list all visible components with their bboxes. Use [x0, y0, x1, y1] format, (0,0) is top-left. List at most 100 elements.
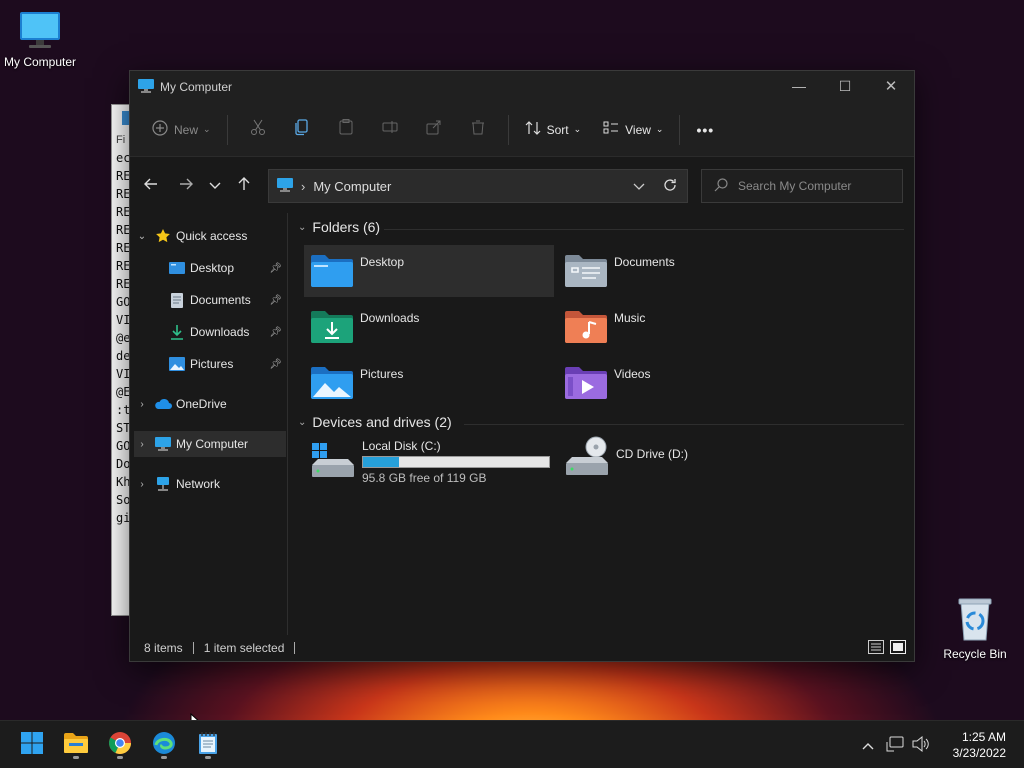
back-button[interactable] — [137, 171, 165, 199]
chevron-down-icon: ⌄ — [298, 416, 307, 428]
address-bar[interactable]: › My Computer — [268, 169, 688, 203]
drive-tile-cd-drive-d[interactable]: CD Drive (D:) — [558, 431, 688, 483]
monitor-icon — [277, 177, 293, 195]
clipboard-icon — [337, 118, 355, 141]
search-input[interactable] — [738, 179, 878, 193]
sidebar-item-desktop[interactable]: Desktop 📌︎ — [134, 255, 286, 281]
folders-section-header[interactable]: ⌄ Folders (6) — [298, 219, 380, 235]
clock[interactable]: 1:25 AM 3/23/2022 — [953, 729, 1006, 761]
section-divider — [384, 229, 904, 230]
more-options-button[interactable]: ••• — [688, 113, 722, 147]
folder-tile-desktop[interactable]: Desktop — [304, 245, 554, 297]
chevron-right-icon[interactable]: › — [134, 479, 150, 490]
desktop-icon-my-computer[interactable]: My Computer — [0, 10, 80, 69]
drives-section-header[interactable]: ⌄ Devices and drives (2) — [298, 414, 452, 430]
navigation-pane: ⌄ Quick access Desktop 📌︎ Documents 📌︎ D… — [130, 213, 288, 635]
folder-tile-documents[interactable]: Documents — [558, 245, 808, 297]
address-dropdown-button[interactable] — [633, 179, 645, 194]
folder-tile-music[interactable]: Music — [558, 301, 808, 353]
breadcrumb-my-computer[interactable]: My Computer — [313, 179, 391, 194]
desktop-icon-label: My Computer — [3, 55, 77, 69]
toolbar-divider — [226, 114, 228, 145]
view-button[interactable]: View ⌄ — [595, 113, 671, 147]
folder-name: Desktop — [360, 255, 405, 269]
pin-icon: 📌︎ — [269, 262, 282, 274]
running-indicator — [205, 756, 211, 759]
network-status-button[interactable] — [886, 736, 904, 755]
sort-button[interactable]: Sort ⌄ — [517, 113, 590, 147]
music-folder-icon — [565, 311, 607, 343]
recent-locations-button[interactable] — [201, 171, 229, 199]
taskbar-chrome[interactable] — [104, 729, 136, 761]
taskbar-file-explorer[interactable] — [60, 729, 92, 761]
file-explorer-window[interactable]: My Computer — ☐ ✕ New ⌄ Sort ⌄ View ⌄ ••… — [129, 70, 915, 662]
search-box[interactable] — [701, 169, 903, 203]
folder-tile-downloads[interactable]: Downloads — [304, 301, 554, 353]
pin-icon: 📌︎ — [269, 294, 282, 306]
start-icon — [20, 731, 44, 760]
tiles-view-button[interactable] — [890, 640, 906, 657]
status-divider — [294, 642, 296, 654]
pictures-folder-icon — [311, 367, 353, 399]
address-row: › My Computer — [130, 157, 914, 213]
chevron-down-icon: ⌄ — [203, 124, 211, 134]
desktop-folder-icon — [311, 255, 353, 287]
desktop-icon-label: Recycle Bin — [943, 647, 1007, 661]
section-title: Devices and drives (2) — [312, 414, 452, 430]
more-icon: ••• — [696, 121, 715, 138]
sidebar-item-label: Documents — [190, 293, 251, 307]
minimize-button[interactable]: — — [776, 71, 822, 101]
breadcrumb-separator-icon: › — [301, 178, 306, 194]
sidebar-item-onedrive[interactable]: › OneDrive — [134, 391, 286, 417]
volume-button[interactable] — [912, 735, 930, 755]
network-icon — [886, 736, 904, 755]
downloads-folder-icon — [311, 311, 353, 343]
window-body: ⌄ Quick access Desktop 📌︎ Documents 📌︎ D… — [130, 213, 914, 635]
folder-tile-pictures[interactable]: Pictures — [304, 357, 554, 409]
chevron-right-icon[interactable]: › — [134, 399, 150, 410]
rename-button[interactable] — [376, 116, 404, 144]
maximize-button[interactable]: ☐ — [822, 71, 868, 101]
folder-name: Pictures — [360, 367, 404, 381]
desktop-icon-recycle-bin[interactable]: Recycle Bin — [935, 596, 1015, 661]
share-icon — [425, 118, 443, 141]
cut-button[interactable] — [244, 116, 272, 144]
chevron-down-icon[interactable]: ⌄ — [134, 231, 150, 242]
sidebar-item-documents[interactable]: Documents 📌︎ — [134, 287, 286, 313]
chevron-right-icon[interactable]: › — [134, 439, 150, 450]
sidebar-item-downloads[interactable]: Downloads 📌︎ — [134, 319, 286, 345]
details-view-button[interactable] — [868, 640, 884, 657]
close-button[interactable]: ✕ — [868, 71, 914, 101]
network-icon — [154, 476, 172, 492]
title-bar[interactable]: My Computer — ☐ ✕ — [130, 71, 914, 103]
drive-free-space: 95.8 GB free of 119 GB — [362, 471, 487, 485]
taskbar-notepad[interactable] — [192, 729, 224, 761]
paste-button[interactable] — [332, 116, 360, 144]
refresh-button[interactable] — [663, 178, 677, 195]
sidebar-item-pictures[interactable]: Pictures 📌︎ — [134, 351, 286, 377]
new-button[interactable]: New ⌄ — [144, 113, 219, 147]
sidebar-item-quick-access[interactable]: ⌄ Quick access — [134, 223, 286, 249]
documents-folder-icon — [565, 255, 607, 287]
clock-date: 3/23/2022 — [952, 746, 1006, 760]
drive-tile-local-disk-c[interactable]: Local Disk (C:) 95.8 GB free of 119 GB — [304, 439, 550, 491]
copy-button[interactable] — [288, 116, 316, 144]
scissors-icon — [249, 118, 267, 141]
taskbar-edge[interactable] — [148, 729, 180, 761]
sidebar-item-my-computer[interactable]: › My Computer — [134, 431, 286, 457]
up-button[interactable] — [230, 171, 258, 199]
cloud-icon — [154, 396, 172, 412]
share-button[interactable] — [420, 116, 448, 144]
sidebar-item-network[interactable]: › Network — [134, 471, 286, 497]
folder-tile-videos[interactable]: Videos — [558, 357, 808, 409]
arrow-right-icon — [179, 177, 193, 194]
show-hidden-icons-button[interactable] — [862, 738, 874, 753]
file-explorer-icon — [63, 732, 89, 759]
folder-name: Videos — [614, 367, 651, 381]
desktop-folder-icon — [168, 260, 186, 276]
forward-button[interactable] — [172, 171, 200, 199]
drive-name: CD Drive (D:) — [616, 447, 688, 461]
start-button[interactable] — [16, 729, 48, 761]
new-label: New — [174, 122, 199, 137]
delete-button[interactable] — [464, 116, 492, 144]
